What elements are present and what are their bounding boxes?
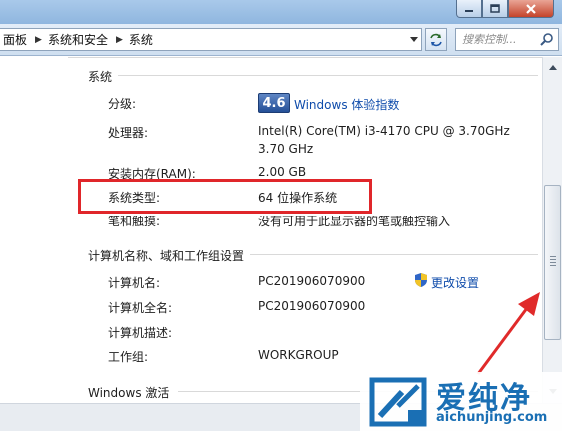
scroll-up-button[interactable] <box>543 59 562 76</box>
section-divider <box>118 75 538 76</box>
watermark-url: aichunjing.com <box>436 410 548 425</box>
workgroup-label: 工作组: <box>108 350 149 364</box>
address-toolbar: 面板 ▶ 系统和安全 ▶ 系统 <box>0 24 562 56</box>
caption-buttons <box>456 0 554 18</box>
wei-score-badge[interactable]: 4.6 <box>258 93 290 113</box>
red-arrow-annotation <box>476 292 540 375</box>
breadcrumb-system[interactable]: 系统 <box>129 31 153 48</box>
pen-touch-label: 笔和触摸: <box>108 214 161 228</box>
highlight-box <box>78 179 372 214</box>
system-properties-panel: 系统 分级: 4.6 Windows 体验指数 处理器: Intel(R) Co… <box>0 57 542 403</box>
section-divider <box>250 254 538 255</box>
computer-description-label: 计算机描述: <box>108 326 173 340</box>
window-titlebar <box>0 0 562 24</box>
breadcrumb-separator-icon[interactable]: ▶ <box>116 35 123 45</box>
search-icon <box>540 33 553 46</box>
full-computer-name-label: 计算机全名: <box>108 301 173 315</box>
section-heading-computer: 计算机名称、域和工作组设置 <box>88 249 245 263</box>
search-input[interactable] <box>462 33 542 46</box>
section-heading-system: 系统 <box>88 70 113 84</box>
aichunjing-logo-icon <box>369 377 427 427</box>
pen-touch-value: 没有可用于此显示器的笔或触控输入 <box>258 214 451 228</box>
ram-value: 2.00 GB <box>258 165 307 179</box>
full-computer-name-value: PC201906070900 <box>258 299 366 313</box>
chevron-down-icon <box>410 37 418 42</box>
processor-speed-value: 3.70 GHz <box>258 142 314 156</box>
processor-value: Intel(R) Core(TM) i3-4170 CPU @ 3.70GHz <box>258 124 510 138</box>
address-bar[interactable]: 面板 ▶ 系统和安全 ▶ 系统 <box>0 28 422 51</box>
refresh-button[interactable] <box>425 28 447 51</box>
close-icon <box>526 3 536 14</box>
section-heading-activation: Windows 激活 <box>88 386 170 400</box>
breadcrumb-system-security[interactable]: 系统和安全 <box>48 31 108 48</box>
breadcrumb-separator-icon[interactable]: ▶ <box>35 35 42 45</box>
search-box[interactable] <box>455 28 559 51</box>
scroll-grip-icon <box>550 256 556 268</box>
breadcrumb-control-panel[interactable]: 面板 <box>3 31 27 48</box>
computer-name-label: 计算机名: <box>108 276 161 290</box>
refresh-icon <box>430 33 442 46</box>
maximize-icon <box>490 4 500 13</box>
windows-experience-index-link[interactable]: Windows 体验指数 <box>294 96 399 113</box>
top-divider <box>68 57 542 58</box>
computer-name-value: PC201906070900 <box>258 274 366 288</box>
close-button[interactable] <box>508 0 554 18</box>
chevron-up-icon <box>548 65 557 70</box>
processor-label: 处理器: <box>108 126 149 140</box>
workgroup-value: WORKGROUP <box>258 348 339 362</box>
rating-label: 分级: <box>108 97 137 111</box>
minimize-button[interactable] <box>456 0 482 18</box>
change-settings-link[interactable]: 更改设置 <box>431 274 479 291</box>
search-button[interactable] <box>540 32 554 49</box>
minimize-icon <box>465 9 473 12</box>
watermark: 爱纯净 aichunjing.com <box>360 372 562 431</box>
address-history-dropdown[interactable] <box>407 29 421 50</box>
maximize-button[interactable] <box>482 0 508 18</box>
shield-icon <box>415 273 427 287</box>
